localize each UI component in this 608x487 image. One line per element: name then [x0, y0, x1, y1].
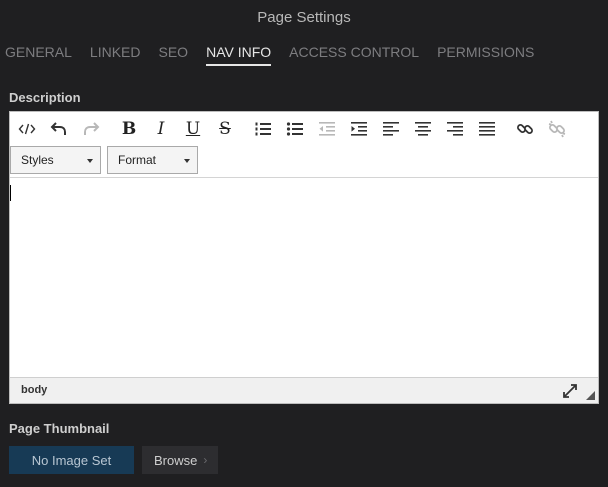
page-title: Page Settings — [257, 9, 351, 26]
align-right-button[interactable] — [442, 117, 468, 141]
outdent-icon — [319, 122, 335, 136]
editor-content[interactable] — [10, 178, 598, 378]
tab-general[interactable]: GENERAL — [5, 44, 72, 66]
thumbnail-value: No Image Set — [9, 446, 134, 474]
bold-button[interactable]: B — [116, 117, 142, 141]
browse-label: Browse — [154, 452, 198, 468]
strikethrough-button[interactable]: S — [212, 117, 238, 141]
align-center-icon — [415, 122, 431, 136]
align-center-button[interactable] — [410, 117, 436, 141]
description-label: Description — [9, 90, 81, 105]
editor-statusbar: body — [10, 377, 598, 403]
thumbnail-label: Page Thumbnail — [9, 421, 110, 436]
styles-dropdown[interactable]: Styles — [10, 146, 101, 174]
bullet-list-icon — [286, 122, 303, 136]
text-cursor — [10, 185, 11, 201]
browse-button[interactable]: Browse › — [142, 446, 218, 474]
tab-permissions[interactable]: PERMISSIONS — [437, 44, 534, 66]
italic-button[interactable]: I — [148, 117, 174, 141]
align-right-icon — [447, 122, 463, 136]
unlink-icon — [548, 120, 566, 138]
redo-icon — [84, 122, 100, 135]
tab-seo[interactable]: SEO — [159, 44, 189, 66]
fullscreen-icon[interactable] — [562, 383, 578, 399]
redo-button[interactable] — [78, 117, 104, 141]
tab-bar: GENERAL LINKED SEO NAV INFO ACCESS CONTR… — [5, 44, 552, 66]
source-code-button[interactable] — [14, 117, 40, 141]
rich-text-editor: B I U S Styles Format body — [9, 111, 599, 404]
resize-handle[interactable] — [586, 391, 595, 400]
tab-access-control[interactable]: ACCESS CONTROL — [289, 44, 419, 66]
undo-icon — [50, 122, 66, 135]
indent-icon — [351, 122, 367, 136]
element-path[interactable]: body — [21, 384, 47, 396]
link-icon — [517, 124, 533, 134]
chevron-down-icon — [184, 159, 190, 163]
strikethrough-icon: S — [219, 118, 231, 139]
justify-button[interactable] — [474, 117, 500, 141]
code-icon — [18, 123, 36, 135]
editor-toolbar: B I U S Styles Format — [10, 112, 598, 178]
insert-link-button[interactable] — [512, 117, 538, 141]
underline-icon: U — [185, 118, 201, 139]
align-left-icon — [383, 122, 399, 136]
chevron-right-icon: › — [203, 453, 208, 467]
tab-linked[interactable]: LINKED — [90, 44, 141, 66]
outdent-button[interactable] — [314, 117, 340, 141]
align-left-button[interactable] — [378, 117, 404, 141]
numbered-list-icon — [255, 122, 271, 136]
tab-nav-info[interactable]: NAV INFO — [206, 44, 272, 66]
bullet-list-button[interactable] — [282, 117, 308, 141]
format-dropdown-label: Format — [118, 153, 157, 167]
format-dropdown[interactable]: Format — [107, 146, 198, 174]
undo-button[interactable] — [46, 117, 72, 141]
indent-button[interactable] — [346, 117, 372, 141]
numbered-list-button[interactable] — [250, 117, 276, 141]
chevron-down-icon — [87, 159, 93, 163]
italic-icon: I — [157, 118, 165, 139]
remove-link-button[interactable] — [544, 117, 570, 141]
underline-button[interactable]: U — [180, 117, 206, 141]
styles-dropdown-label: Styles — [21, 153, 54, 167]
align-justify-icon — [479, 122, 495, 136]
bold-icon: B — [121, 118, 137, 139]
